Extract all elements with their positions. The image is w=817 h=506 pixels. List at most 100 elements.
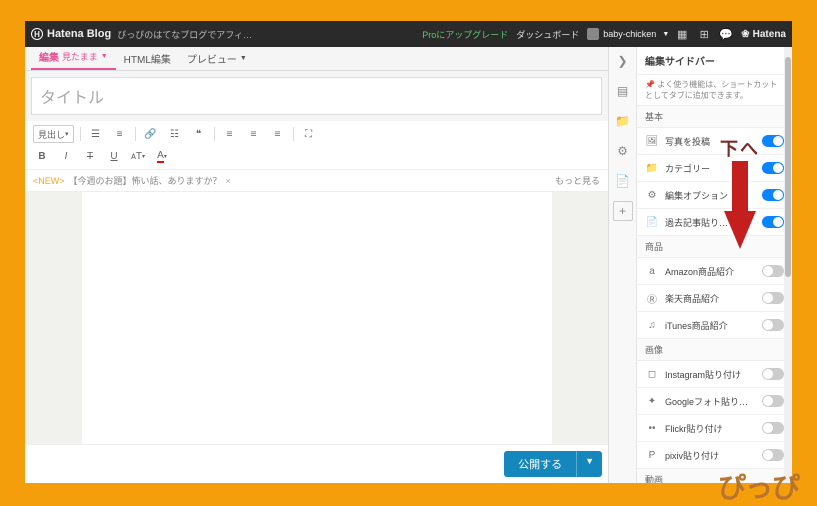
toggle[interactable] <box>762 189 784 201</box>
toggle[interactable] <box>762 422 784 434</box>
editor-column: 編集 見たまま ▼ HTML編集 プレビュー ▼ タイトル 見出し ▾ ☰ ≡ <box>25 47 609 483</box>
notification-icon[interactable]: 💬 <box>717 25 735 43</box>
toggle[interactable] <box>762 449 784 461</box>
pixiv-icon: P <box>645 448 659 462</box>
toggle[interactable] <box>762 292 784 304</box>
sidebar-title: 編集サイドバー <box>637 47 792 75</box>
hatena-icon: ❀ <box>741 29 749 40</box>
side-rail: ❯ ▤ 📁 ⚙ 📄 + <box>609 47 637 483</box>
tab-html[interactable]: HTML編集 <box>116 47 179 70</box>
scrollbar[interactable] <box>784 47 792 483</box>
flickr-icon: •• <box>645 421 659 435</box>
toggle[interactable] <box>762 319 784 331</box>
bold-icon[interactable]: B <box>33 147 51 165</box>
hatena-link[interactable]: ❀ Hatena <box>741 29 786 40</box>
sidebar-item-gphoto[interactable]: ✦ Googleフォト貼り付け <box>637 388 792 415</box>
chevron-down-icon: ▼ <box>662 31 669 38</box>
underline-icon[interactable]: U <box>105 147 123 165</box>
instagram-icon: ◻ <box>645 367 659 381</box>
sidebar-item-options[interactable]: ⚙ 編集オプション <box>637 182 792 209</box>
align-left-icon[interactable]: ≡ <box>221 125 239 143</box>
user-menu[interactable]: baby-chicken ▼ <box>587 28 669 40</box>
document-icon: 📄 <box>645 215 659 229</box>
watermark-pippi: ぴっぴ <box>718 466 799 506</box>
topic-notice: <NEW> 【今週のお題】怖い話、ありますか？ × もっと見る <box>25 170 608 192</box>
folder-icon[interactable]: 📁 <box>613 111 633 131</box>
collapse-icon[interactable]: ❯ <box>613 51 633 71</box>
document-icon[interactable]: 📄 <box>613 171 633 191</box>
pin-icon: 📌 <box>645 79 655 90</box>
tab-edit[interactable]: 編集 見たまま ▼ <box>31 47 116 70</box>
editor-tabs: 編集 見たまま ▼ HTML編集 プレビュー ▼ <box>25 47 608 71</box>
title-input[interactable]: タイトル <box>31 77 602 115</box>
list-ol-icon[interactable]: ≡ <box>111 125 129 143</box>
rakuten-icon: Ⓡ <box>645 291 659 305</box>
font-color-icon[interactable]: A▾ <box>153 147 171 165</box>
italic-icon[interactable]: I <box>57 147 75 165</box>
sidebar-item-instagram[interactable]: ◻ Instagram貼り付け <box>637 361 792 388</box>
grid-icon[interactable]: ⊞ <box>695 25 713 43</box>
toolbar: 見出し ▾ ☰ ≡ 🔗 ☷ ❝ ≡ ≡ ≡ ⛶ B I <box>25 121 608 170</box>
sidebar-item-photo[interactable]: 🖼 写真を投稿 <box>637 128 792 155</box>
itunes-icon: ♫ <box>645 318 659 332</box>
section-image: 画像 <box>637 339 792 361</box>
tab-preview[interactable]: プレビュー ▼ <box>179 47 255 70</box>
notice-text[interactable]: 【今週のお題】怖い話、ありますか？ <box>69 174 222 187</box>
add-icon[interactable]: + <box>613 201 633 221</box>
pro-upgrade-link[interactable]: Proにアップグレード <box>422 28 508 41</box>
strike-icon[interactable]: T <box>81 147 99 165</box>
chevron-down-icon: ▼ <box>101 53 108 60</box>
image-icon: 🖼 <box>645 134 659 148</box>
close-icon[interactable]: × <box>226 176 231 186</box>
sidebar-item-flickr[interactable]: •• Flickr貼り付け <box>637 415 792 442</box>
breadcrumb[interactable]: ぴっぴのはてなブログでアフィ… <box>117 28 252 41</box>
more-link[interactable]: もっと見る <box>555 174 600 187</box>
scrollbar-thumb[interactable] <box>785 57 791 277</box>
publish-button[interactable]: 公開する <box>504 451 576 477</box>
editor-canvas[interactable] <box>25 192 608 444</box>
section-shop: 商品 <box>637 236 792 258</box>
toggle[interactable] <box>762 135 784 147</box>
photo-icon[interactable]: ▤ <box>613 81 633 101</box>
expand-icon[interactable]: ⛶ <box>300 125 318 143</box>
folder-icon: 📁 <box>645 161 659 175</box>
heading-select[interactable]: 見出し ▾ <box>33 125 74 143</box>
list-ul-icon[interactable]: ☰ <box>87 125 105 143</box>
username: baby-chicken <box>603 29 656 39</box>
sidebar-item-past[interactable]: 📄 過去記事貼り… <box>637 209 792 236</box>
quote-icon[interactable]: ❝ <box>190 125 208 143</box>
sidebar-item-rakuten[interactable]: Ⓡ 楽天商品紹介 <box>637 285 792 312</box>
avatar <box>587 28 599 40</box>
read-more-icon[interactable]: ☷ <box>166 125 184 143</box>
toggle[interactable] <box>762 265 784 277</box>
section-basic: 基本 <box>637 106 792 128</box>
align-center-icon[interactable]: ≡ <box>245 125 263 143</box>
publish-dropdown[interactable]: ▼ <box>576 451 602 477</box>
bottom-bar: 公開する ▼ <box>25 444 608 483</box>
sidebar-item-itunes[interactable]: ♫ iTunes商品紹介 <box>637 312 792 339</box>
chevron-down-icon: ▼ <box>240 55 247 62</box>
align-right-icon[interactable]: ≡ <box>269 125 287 143</box>
content-area[interactable] <box>82 192 552 444</box>
dashboard-link[interactable]: ダッシュボード <box>516 28 579 41</box>
edit-sidebar: 編集サイドバー 📌 よく使う機能は、ショートカットとしてタブに追加できます。 基… <box>637 47 792 483</box>
logo[interactable]: H Hatena Blog <box>31 28 111 40</box>
sidebar-item-category[interactable]: 📁 カテゴリー <box>637 155 792 182</box>
toggle[interactable] <box>762 395 784 407</box>
logo-text: Hatena Blog <box>47 28 111 40</box>
sidebar-item-amazon[interactable]: a Amazon商品紹介 <box>637 258 792 285</box>
toggle[interactable] <box>762 216 784 228</box>
google-photos-icon: ✦ <box>645 394 659 408</box>
publish-group: 公開する ▼ <box>504 451 602 477</box>
link-icon[interactable]: 🔗 <box>142 125 160 143</box>
gear-icon: ⚙ <box>645 188 659 202</box>
gear-icon[interactable]: ⚙ <box>613 141 633 161</box>
hatena-logo-icon: H <box>31 28 43 40</box>
sidebar-hint: 📌 よく使う機能は、ショートカットとしてタブに追加できます。 <box>637 75 792 106</box>
toggle[interactable] <box>762 162 784 174</box>
new-badge: <NEW> <box>33 176 65 186</box>
toggle[interactable] <box>762 368 784 380</box>
font-size-icon[interactable]: ᴀT▾ <box>129 147 147 165</box>
apps-icon[interactable]: ▦ <box>673 25 691 43</box>
top-bar: H Hatena Blog ぴっぴのはてなブログでアフィ… Proにアップグレー… <box>25 21 792 47</box>
